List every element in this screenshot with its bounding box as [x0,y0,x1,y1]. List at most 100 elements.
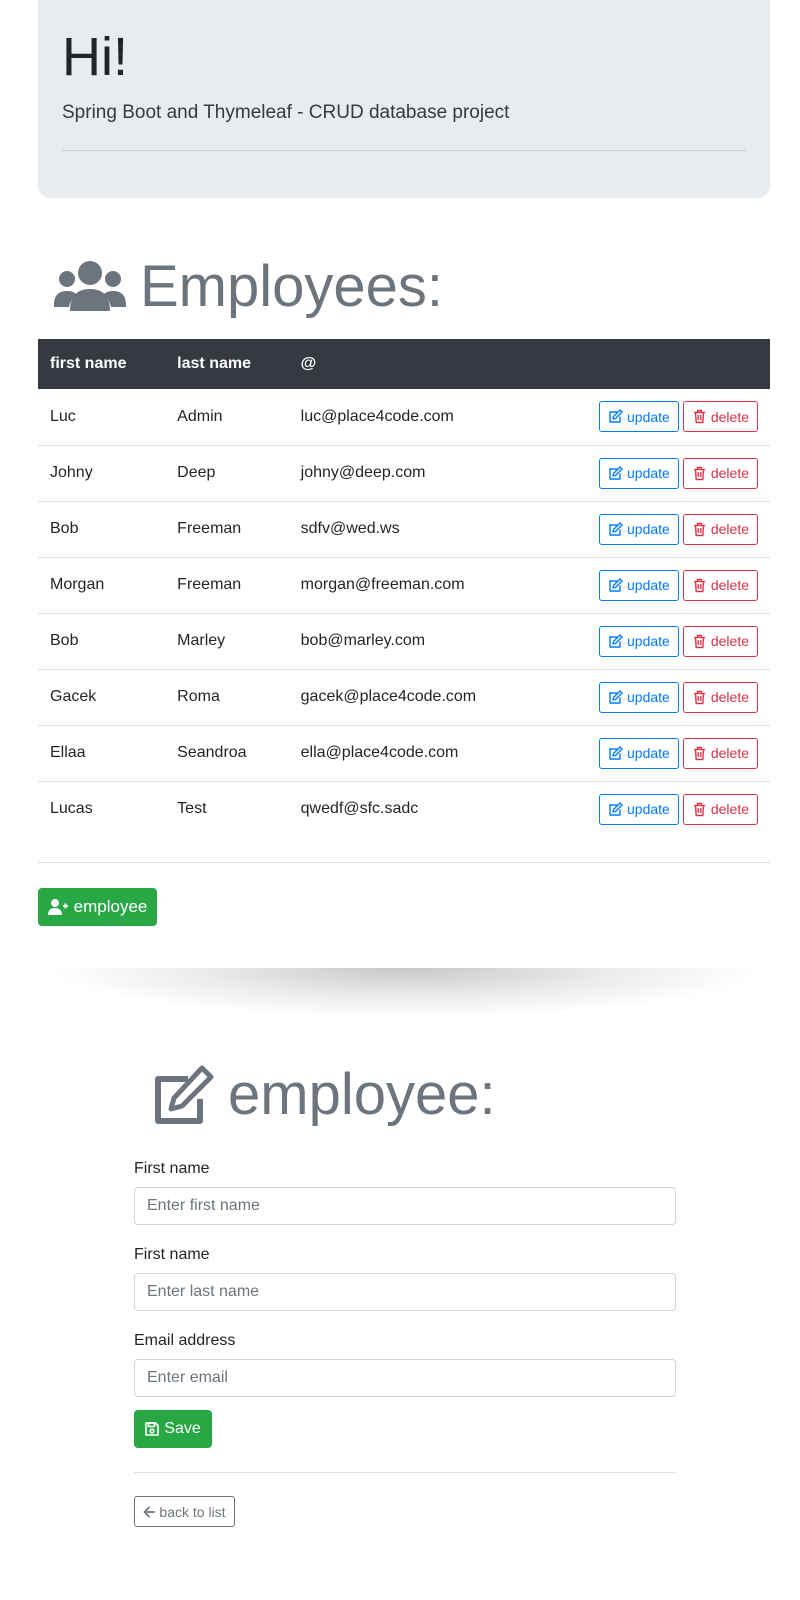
employees-title: Employees: [140,254,444,319]
back-to-list-button[interactable]: back to list [134,1496,235,1527]
first-name-input[interactable] [134,1187,676,1225]
table-row: Bob Freeman sdfv@wed.ws update delete [38,501,770,558]
column-header-last-name: last name [177,355,251,372]
delete-label: delete [710,689,749,705]
save-icon [145,1422,160,1436]
update-button[interactable]: update [599,457,679,489]
cell-email: ella@place4code.com [288,725,588,782]
user-plus-icon [47,899,68,915]
first-name-group: First name [134,1160,676,1225]
table-row: Morgan Freeman morgan@freeman.com update del… [38,557,770,614]
delete-button[interactable]: delete [682,457,758,489]
delete-button[interactable]: delete [682,513,758,545]
cell-actions: update delete [587,781,770,837]
column-header-actions [587,339,770,389]
trash-icon [693,690,705,704]
cell-actions: update delete [587,389,770,446]
delete-label: delete [710,745,749,761]
cell-last-name: Freeman [165,557,289,614]
cell-first-name: Ellaa [38,725,166,782]
trash-icon [693,802,705,816]
update-label: update [627,521,670,537]
email-input[interactable] [134,1359,676,1397]
cell-last-name: Seandroa [165,725,289,782]
delete-button[interactable]: delete [682,625,758,657]
form-heading: employee: [148,1060,496,1130]
cell-email: luc@place4code.com [288,389,588,446]
cell-last-name: Admin [165,389,289,446]
cell-first-name: Bob [38,613,166,670]
update-label: update [627,801,670,818]
edit-icon [609,521,623,536]
update-label: update [627,465,670,481]
update-button[interactable]: update [599,513,679,545]
delete-label: delete [710,577,749,593]
cell-last-name: Test [177,800,207,818]
update-label: update [627,633,670,649]
delete-label: delete [710,633,749,649]
add-employee-button[interactable]: employee [38,888,157,926]
delete-button[interactable]: delete [682,569,758,601]
table-body: Luc Admin luc@place4code.com update delete Jo… [38,389,770,837]
cell-last-name: Marley [165,613,289,670]
cell-first-name: Bob [38,501,166,558]
table-divider [38,862,770,863]
delete-label: delete [710,465,749,481]
edit-icon [155,1065,214,1124]
employees-table: first name last name @ Luc Admin luc@place… [38,339,770,837]
delete-label: delete [710,408,749,425]
users-icon [54,261,126,311]
cell-actions: update delete [587,557,770,614]
update-button[interactable]: update [599,401,679,433]
cell-email: johny@deep.com [288,445,588,502]
column-header-email: @ [300,355,317,372]
delete-button[interactable]: delete [682,681,758,713]
cell-actions: update delete [587,669,770,726]
form-divider [134,1472,676,1473]
cell-actions: update delete [587,613,770,670]
save-label: Save [164,1420,201,1437]
table-row: Johny Deep johny@deep.com update delete [38,445,770,502]
edit-icon [609,745,623,760]
cell-first-name: Morgan [38,557,166,614]
trash-icon [693,634,705,648]
employees-heading: Employees: [54,252,443,322]
trash-icon [693,746,705,760]
delete-button[interactable]: delete [682,401,758,433]
update-label: update [627,408,670,425]
update-button[interactable]: update [599,625,679,657]
update-button[interactable]: update [599,737,679,769]
last-name-input[interactable] [134,1273,676,1311]
cell-email: qwedf@sfc.sadc [300,800,419,818]
table-row: Ellaa Seandroa ella@place4code.com update de… [38,725,770,782]
cell-last-name: Roma [165,669,289,726]
update-button[interactable]: update [599,793,679,825]
edit-icon [609,633,623,648]
trash-icon [693,410,705,424]
save-button[interactable]: Save [134,1410,212,1448]
update-label: update [627,745,670,761]
table-header: first name last name @ [38,339,770,389]
add-employee-label: employee [73,897,148,916]
email-label: Email address [134,1332,236,1349]
trash-icon [693,578,705,592]
update-button[interactable]: update [599,681,679,713]
trash-icon [693,466,705,480]
cell-last-name: Deep [165,445,289,502]
last-name-group: First name [134,1246,676,1311]
edit-icon [609,689,623,704]
column-header-first-name: first name [50,355,127,372]
cell-actions: update delete [587,445,770,502]
delete-button[interactable]: delete [682,793,758,825]
update-button[interactable]: update [599,569,679,601]
email-group: Email address [134,1332,676,1397]
page-subtitle: Spring Boot and Thymeleaf - CRUD databas… [62,102,510,123]
table-row: Bob Marley bob@marley.com update delete [38,613,770,670]
edit-icon [609,577,623,592]
form-title: employee: [228,1062,496,1127]
delete-button[interactable]: delete [682,737,758,769]
cell-email: gacek@place4code.com [288,669,588,726]
edit-icon [609,409,623,423]
edit-icon [609,465,623,480]
arrow-left-icon [144,1506,156,1517]
